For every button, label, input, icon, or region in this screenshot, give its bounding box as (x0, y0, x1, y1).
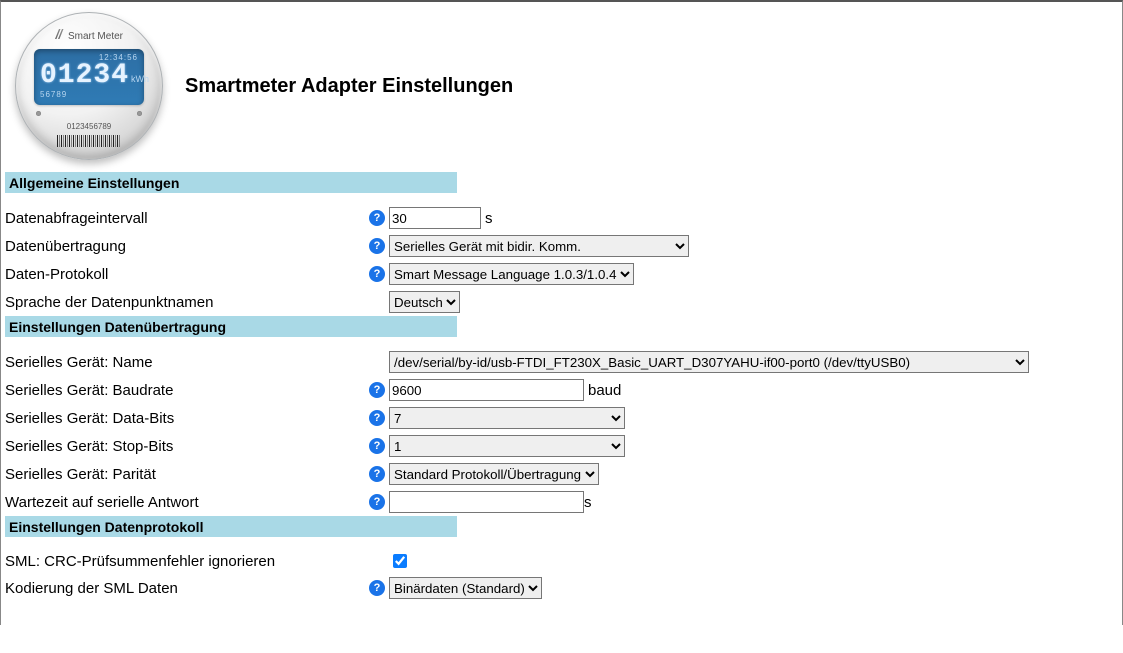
help-icon[interactable]: ? (369, 410, 385, 426)
help-icon[interactable]: ? (369, 438, 385, 454)
lcd-main-value: 01234 (40, 62, 129, 90)
transport-select[interactable]: Serielles Gerät mit bidir. Komm. (389, 235, 689, 257)
help-icon[interactable]: ? (369, 466, 385, 482)
logo-serial: 0123456789 (16, 122, 162, 131)
language-select[interactable]: Deutsch (389, 291, 460, 313)
encoding-label: Kodierung der SML Daten (5, 580, 369, 597)
smartmeter-logo: Smart Meter 12:34:56 01234 kWh 56789 012… (11, 8, 167, 164)
wait-label: Wartezeit auf serielle Antwort (5, 494, 369, 511)
interval-unit: s (485, 210, 493, 227)
stopbits-select[interactable]: 1 (389, 435, 625, 457)
databits-label: Serielles Gerät: Data-Bits (5, 410, 369, 427)
page-title: Smartmeter Adapter Einstellungen (185, 75, 513, 98)
databits-select[interactable]: 7 (389, 407, 625, 429)
baud-label: Serielles Gerät: Baudrate (5, 382, 369, 399)
transport-label: Datenübertragung (5, 238, 369, 255)
protocol-label: Daten-Protokoll (5, 266, 369, 283)
help-icon[interactable]: ? (369, 266, 385, 282)
parity-select[interactable]: Standard Protokoll/Übertragung (389, 463, 599, 485)
wait-input[interactable] (389, 491, 584, 513)
baud-unit: baud (588, 382, 621, 399)
crc-label: SML: CRC-Prüfsummenfehler ignorieren (5, 553, 389, 570)
section-transport-header: Einstellungen Datenübertragung (5, 316, 457, 337)
help-icon[interactable]: ? (369, 238, 385, 254)
section-protocol-header: Einstellungen Datenprotokoll (5, 516, 457, 537)
help-icon[interactable]: ? (369, 580, 385, 596)
stopbits-label: Serielles Gerät: Stop-Bits (5, 438, 369, 455)
help-icon[interactable]: ? (369, 382, 385, 398)
lcd-sub-value: 56789 (40, 90, 138, 99)
header: Smart Meter 12:34:56 01234 kWh 56789 012… (1, 2, 1122, 170)
encoding-select[interactable]: Binärdaten (Standard) (389, 577, 542, 599)
device-label: Serielles Gerät: Name (5, 354, 369, 371)
parity-label: Serielles Gerät: Parität (5, 466, 369, 483)
help-icon[interactable]: ? (369, 210, 385, 226)
baud-input[interactable] (389, 379, 584, 401)
protocol-select[interactable]: Smart Message Language 1.0.3/1.0.4 (389, 263, 634, 285)
language-label: Sprache der Datenpunktnamen (5, 294, 369, 311)
logo-barcode (57, 135, 121, 147)
wait-unit: s (584, 494, 592, 511)
lcd-unit: kWh (131, 74, 149, 84)
interval-label: Datenabfrageintervall (5, 210, 369, 227)
crc-checkbox[interactable] (393, 554, 407, 568)
logo-brand: Smart Meter (16, 29, 162, 42)
interval-input[interactable] (389, 207, 481, 229)
help-icon[interactable]: ? (369, 494, 385, 510)
device-select[interactable]: /dev/serial/by-id/usb-FTDI_FT230X_Basic_… (389, 351, 1029, 373)
section-general-header: Allgemeine Einstellungen (5, 172, 457, 193)
